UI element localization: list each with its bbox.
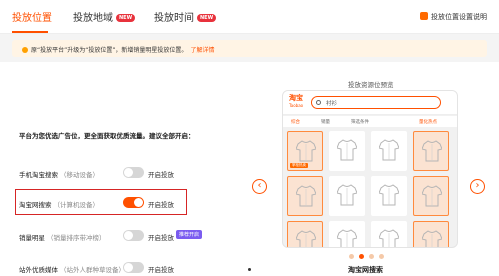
- active-tab-indicator: [12, 31, 48, 33]
- placement-row-external-media: 站外优质媒体 （站外人群种草设备）: [19, 264, 125, 274]
- row-sublabel: （站外人群种草设备）: [60, 266, 125, 274]
- preview-prev-button[interactable]: ‹: [252, 179, 267, 194]
- preview-filter-bar: 综合 销量 筛选条件 量化热点: [283, 116, 457, 127]
- tab-time[interactable]: 投放时间 NEW: [154, 9, 217, 24]
- settings-help-label: 投放位置设置说明: [431, 13, 487, 21]
- toggle-status: 开启投放: [148, 171, 174, 179]
- tab-placement-label: 投放位置: [12, 13, 52, 24]
- row-sublabel: （销量排序带冲榜）: [47, 234, 106, 242]
- search-preview-panel: 淘宝 Taobao 衬衫 综合 销量 筛选条件 量化热点 掌柜热卖: [282, 90, 458, 248]
- filter-item: 综合: [291, 120, 300, 125]
- new-badge: NEW: [197, 14, 217, 22]
- pc-search-toggle[interactable]: [123, 197, 144, 208]
- row-label: 淘宝网搜索: [19, 201, 52, 209]
- placement-row-pc-search: 淘宝网搜索 （计算机设备）: [19, 199, 99, 209]
- chevron-right-icon: ›: [475, 180, 480, 191]
- top-tab-bar: 投放位置 投放地域 NEW 投放时间 NEW 投放位置设置说明: [0, 0, 499, 34]
- row-label: 手机淘宝搜索: [19, 171, 58, 179]
- mobile-search-toggle[interactable]: [123, 167, 144, 178]
- product-card: [287, 176, 323, 216]
- taobao-logo: 淘宝 Taobao: [289, 95, 303, 109]
- recommend-badge: 推荐开启: [176, 230, 203, 239]
- learn-more-link[interactable]: 了解详情: [190, 47, 214, 54]
- toggle-knob: [134, 198, 143, 207]
- pagination-dot[interactable]: [349, 254, 354, 259]
- preview-search-text: 衬衫: [326, 101, 338, 107]
- preview-title: 投放资源位预览: [348, 81, 394, 89]
- preview-header: 淘宝 Taobao 衬衫: [283, 91, 457, 115]
- row-label: 站外优质媒体: [19, 266, 58, 274]
- placement-row-sales-star: 销量明星 （销量排序带冲榜）: [19, 232, 106, 242]
- toggle-knob: [124, 263, 133, 272]
- toggle-status: 开启投放: [148, 266, 174, 274]
- filter-item: 筛选条件: [351, 120, 369, 125]
- upgrade-notice: 原“投放平台”升级为“投放位置”，新增销量明星投放位置。 了解详情: [12, 40, 487, 57]
- product-card: [329, 131, 365, 171]
- toggle-knob: [124, 231, 133, 240]
- pagination-dot[interactable]: [369, 254, 374, 259]
- pagination-dot[interactable]: [359, 254, 364, 259]
- product-card: [329, 176, 365, 216]
- settings-icon: [420, 12, 428, 20]
- preview-next-button[interactable]: ›: [470, 179, 485, 194]
- product-card: [413, 221, 449, 247]
- page-indicator-dot: [248, 268, 251, 271]
- page: 投放位置 投放地域 NEW 投放时间 NEW 投放位置设置说明 原“投放平台”升级为…: [0, 0, 499, 276]
- product-card: [371, 131, 407, 171]
- row-label: 销量明星: [19, 234, 45, 242]
- notice-text: 原“投放平台”升级为“投放位置”，新增销量明星投放位置。: [31, 47, 188, 54]
- chevron-left-icon: ‹: [257, 180, 262, 191]
- product-card: [371, 176, 407, 216]
- sponsored-tag: 掌柜热卖: [290, 163, 308, 168]
- product-card: [371, 221, 407, 247]
- new-badge: NEW: [116, 14, 136, 22]
- toggle-knob: [124, 168, 133, 177]
- product-card: [329, 221, 365, 247]
- preview-caption: 淘宝网搜索: [348, 266, 383, 274]
- logo-text: 淘宝: [289, 94, 303, 102]
- filter-item: 销量: [321, 120, 330, 125]
- warning-icon: [22, 47, 28, 53]
- settings-help-link[interactable]: 投放位置设置说明: [420, 12, 487, 22]
- tab-time-label: 投放时间: [154, 13, 194, 24]
- product-card: [287, 221, 323, 247]
- product-card: 掌柜热卖: [287, 131, 323, 171]
- toggle-status: 开启投放: [148, 201, 174, 209]
- row-sublabel: （移动设备）: [60, 171, 99, 179]
- tab-region[interactable]: 投放地域 NEW: [73, 9, 136, 24]
- placement-row-mobile-search: 手机淘宝搜索 （移动设备）: [19, 169, 99, 179]
- row-sublabel: （计算机设备）: [53, 201, 100, 209]
- search-icon: [316, 100, 321, 105]
- external-media-toggle[interactable]: [123, 262, 144, 273]
- filter-item: 量化热点: [419, 120, 437, 125]
- sales-star-toggle[interactable]: [123, 230, 144, 241]
- tab-region-label: 投放地域: [73, 13, 113, 24]
- pagination-dot[interactable]: [379, 254, 384, 259]
- preview-search-box: 衬衫: [311, 96, 441, 109]
- recommendation-headline: 平台为您优选广告位，更全面获取优质流量。建议全部开启：: [19, 132, 195, 140]
- logo-subtext: Taobao: [289, 103, 304, 108]
- tab-placement[interactable]: 投放位置: [12, 9, 52, 24]
- product-card: [413, 131, 449, 171]
- toggle-status: 开启投放: [148, 234, 174, 242]
- product-card: [413, 176, 449, 216]
